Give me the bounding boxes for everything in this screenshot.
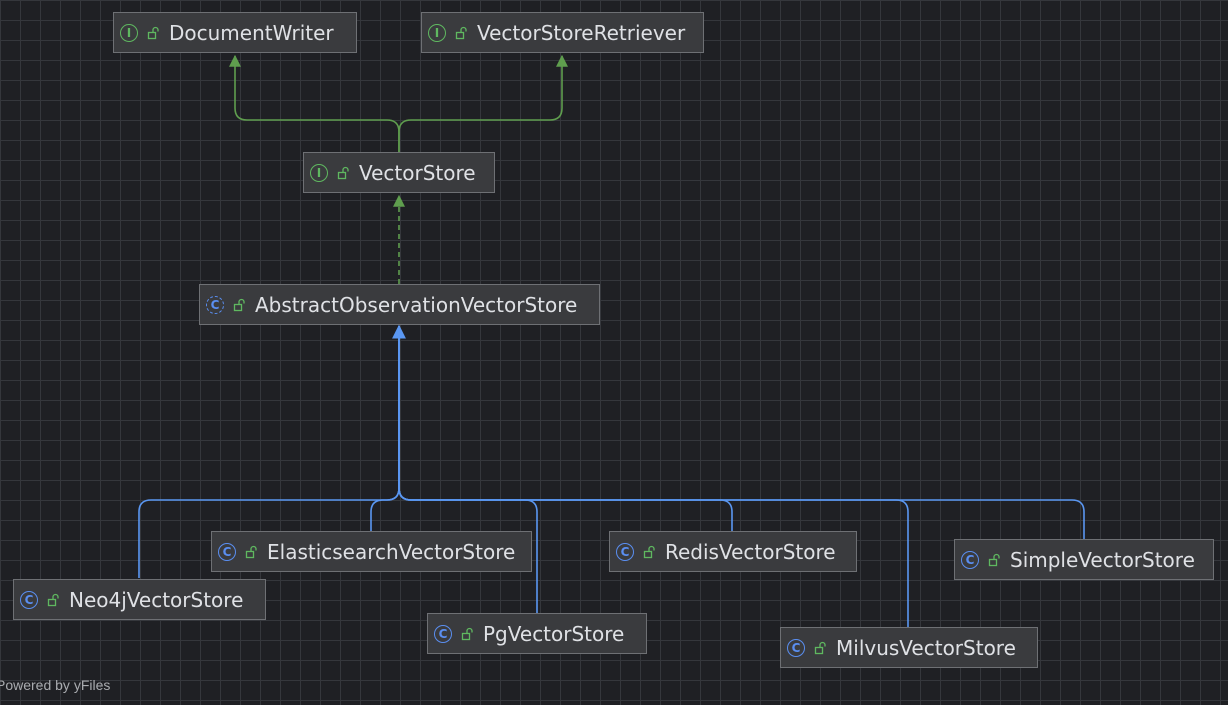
powered-by-footer: Powered by yFiles	[0, 677, 111, 693]
edge-vectorstore-to-vectorstoreretriever	[398, 54, 568, 152]
class-icon: C	[218, 542, 236, 561]
public-lock-icon	[643, 545, 655, 558]
public-lock-icon	[455, 26, 467, 39]
public-lock-icon	[47, 593, 59, 606]
edge-milvus-to-abstract	[398, 326, 909, 627]
interface-icon: I	[310, 163, 328, 182]
node-vector-store-retriever[interactable]: I VectorStoreRetriever	[421, 12, 704, 53]
public-lock-icon	[461, 627, 473, 640]
node-redis-vector-store[interactable]: C RedisVectorStore	[609, 531, 857, 572]
class-icon: C	[787, 638, 805, 657]
node-label: Neo4jVectorStore	[69, 587, 244, 612]
node-label: MilvusVectorStore	[836, 635, 1016, 660]
node-label: RedisVectorStore	[665, 539, 836, 564]
class-icon: C	[961, 550, 979, 569]
interface-icon: I	[120, 23, 138, 42]
public-lock-icon	[337, 166, 349, 179]
node-document-writer[interactable]: I DocumentWriter	[113, 12, 357, 53]
node-label: SimpleVectorStore	[1010, 547, 1195, 572]
node-neo4j-vector-store[interactable]: C Neo4jVectorStore	[13, 579, 266, 620]
node-pg-vector-store[interactable]: C PgVectorStore	[427, 613, 647, 654]
public-lock-icon	[147, 26, 159, 39]
public-lock-icon	[814, 641, 826, 654]
node-label: PgVectorStore	[483, 621, 625, 646]
node-abstract-observation-vector-store[interactable]: C AbstractObservationVectorStore	[199, 284, 600, 325]
edge-simple-to-abstract	[398, 326, 1085, 539]
node-milvus-vector-store[interactable]: C MilvusVectorStore	[780, 627, 1038, 668]
abstract-class-icon: C	[206, 295, 224, 314]
class-icon: C	[434, 624, 452, 643]
edge-vectorstore-to-documentwriter	[229, 54, 400, 152]
public-lock-icon	[988, 553, 1000, 566]
node-label: DocumentWriter	[169, 20, 334, 45]
node-vector-store[interactable]: I VectorStore	[303, 152, 495, 193]
node-label: VectorStore	[359, 160, 476, 185]
node-simple-vector-store[interactable]: C SimpleVectorStore	[954, 539, 1214, 580]
public-lock-icon	[245, 545, 257, 558]
public-lock-icon	[233, 298, 245, 311]
class-icon: C	[616, 542, 634, 561]
node-label: AbstractObservationVectorStore	[255, 292, 578, 317]
node-elasticsearch-vector-store[interactable]: C ElasticsearchVectorStore	[211, 531, 532, 572]
class-icon: C	[20, 590, 38, 609]
interface-icon: I	[428, 23, 446, 42]
node-label: ElasticsearchVectorStore	[267, 539, 516, 564]
node-label: VectorStoreRetriever	[477, 20, 686, 45]
